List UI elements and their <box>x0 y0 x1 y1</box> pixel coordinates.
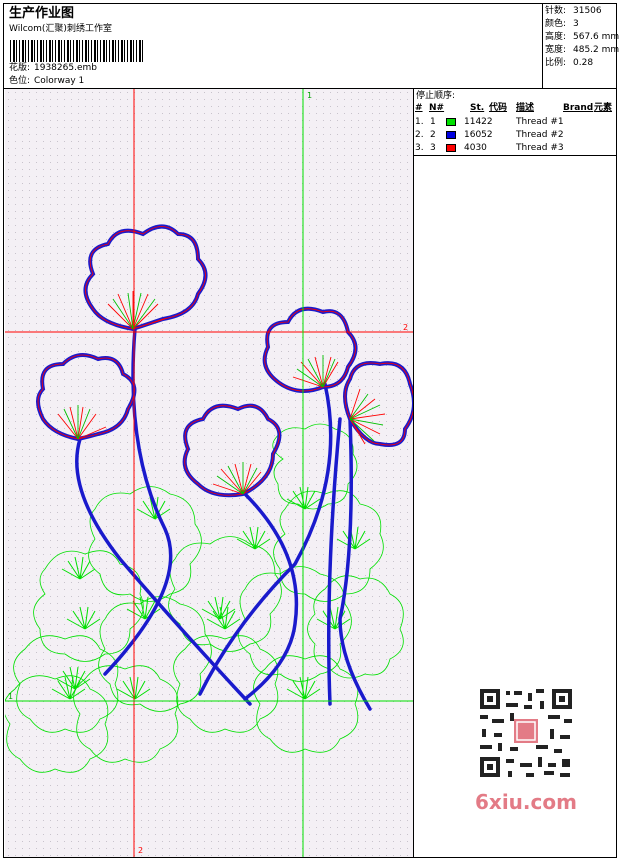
stop-table-rule <box>413 155 616 156</box>
guide-label-h-green: 1 <box>8 692 14 701</box>
stat-value: 567.6 mm <box>573 32 620 42</box>
design-filename: 1938265.emb <box>34 63 97 73</box>
sheet-title: 生产作业图 <box>9 6 75 21</box>
stat-label: 针数: <box>545 6 567 16</box>
stat-value: 0.28 <box>573 58 594 68</box>
stop-row-description: Thread #2 <box>516 130 564 140</box>
stop-row-description: Thread #1 <box>516 117 564 127</box>
stop-sequence-title: 停止顺序: <box>416 91 456 101</box>
qr-code <box>470 683 582 783</box>
thread-color-swatch <box>446 144 456 152</box>
guide-label-h-red: 2 <box>403 323 409 332</box>
stat-value: 31506 <box>573 6 602 16</box>
col-st: St. <box>470 103 485 113</box>
thread-color-swatch <box>446 131 456 139</box>
stop-row-number: 3. <box>415 143 424 153</box>
colorway-name: Colorway 1 <box>34 76 85 86</box>
col-element: 元素 <box>594 103 613 113</box>
blossom-edge-highlights <box>37 226 413 496</box>
blossoms <box>36 224 413 498</box>
col-desc: 描述 <box>516 103 535 113</box>
stop-row-code: 16052 <box>464 130 493 140</box>
colorway-label: 色位: <box>9 76 31 86</box>
col-num: # <box>415 103 423 113</box>
studio-name: Wilcom(汇聚)刺绣工作室 <box>9 24 112 34</box>
stat-label: 比例: <box>545 58 567 68</box>
stat-value: 485.2 mm <box>573 45 620 55</box>
watermark-site: 6xiu.com <box>475 790 577 814</box>
col-needle: N# <box>429 103 445 113</box>
stat-label: 颜色: <box>545 19 567 29</box>
stop-row-needle: 3 <box>430 143 436 153</box>
stop-row-number: 2. <box>415 130 424 140</box>
stat-label: 高度: <box>545 32 567 42</box>
guide-label-v-red: 2 <box>138 846 144 855</box>
stop-row-code: 4030 <box>464 143 487 153</box>
stop-row-description: Thread #3 <box>516 143 564 153</box>
stop-row-needle: 2 <box>430 130 436 140</box>
stat-label: 宽度: <box>545 45 567 55</box>
design-label: 花版: <box>9 63 31 73</box>
panel-divider <box>413 88 414 858</box>
thread-color-swatch <box>446 118 456 126</box>
qr-code-graphic <box>478 687 574 779</box>
stop-row-needle: 1 <box>430 117 436 127</box>
col-code: 代码 <box>489 103 508 113</box>
stop-row-code: 11422 <box>464 117 493 127</box>
guide-label-v-green: 1 <box>307 91 313 100</box>
col-brand: Brand <box>563 103 594 113</box>
header-divider <box>542 4 543 88</box>
barcode <box>10 40 144 62</box>
embroidery-preview <box>5 89 413 857</box>
stop-row-number: 1. <box>415 117 424 127</box>
design-canvas: 1 2 1 2 <box>5 89 413 857</box>
stat-value: 3 <box>573 19 579 29</box>
